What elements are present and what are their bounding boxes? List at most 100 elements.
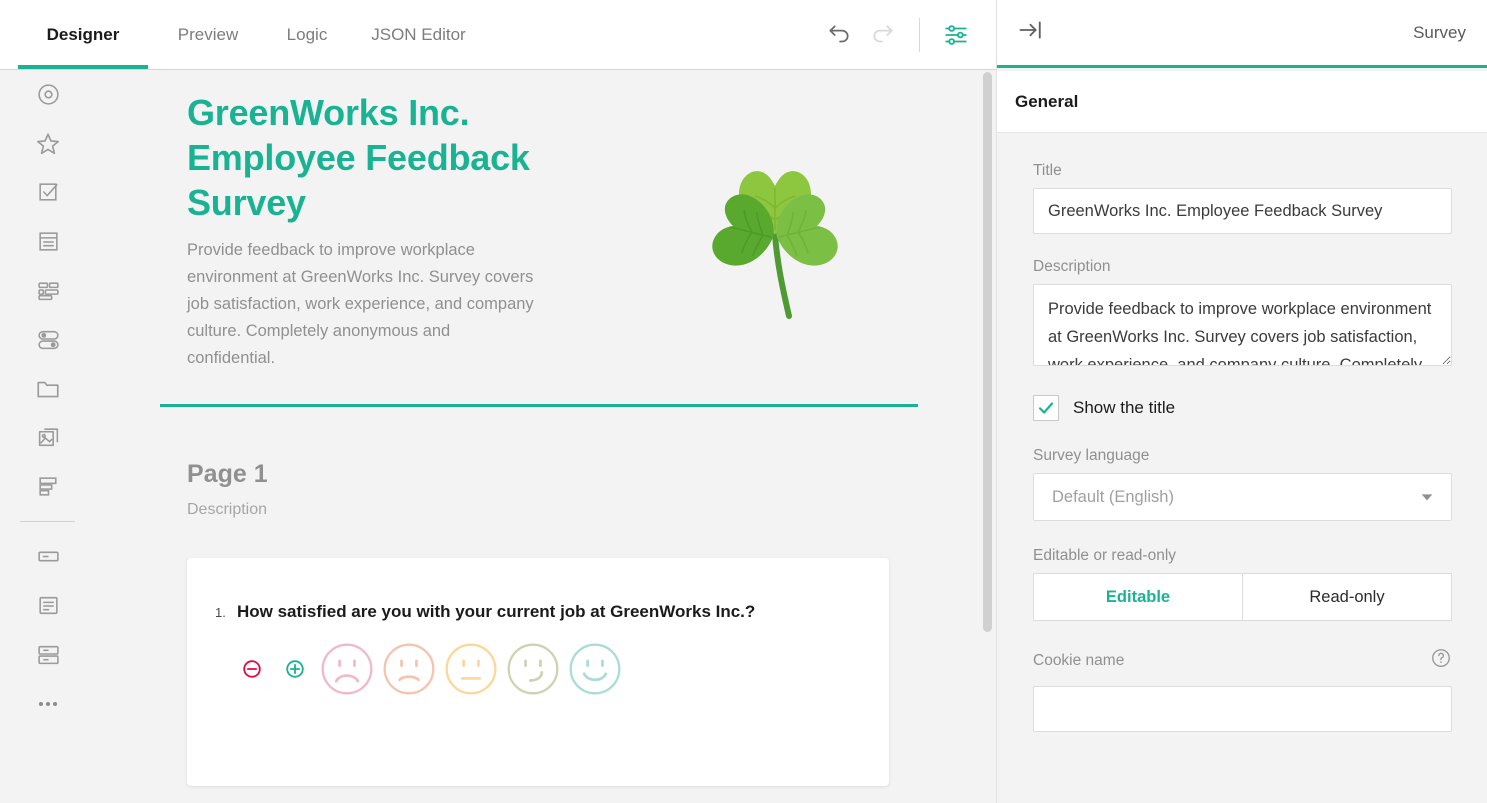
tab-designer-label: Designer [47,25,120,45]
description-textarea[interactable]: Provide feedback to improve workplace en… [1033,284,1452,366]
star-icon [35,131,61,157]
title-label: Title [1033,162,1452,180]
rail-item-card-text[interactable] [0,217,96,266]
show-title-label: Show the title [1073,398,1175,418]
header-tools [817,0,978,69]
text-block-icon [36,593,61,618]
property-panel-title: Survey [1413,23,1466,43]
rail-item-layout-blocks[interactable] [0,266,96,315]
editable-mode-label: Editable or read-only [1033,547,1452,565]
rail-item-input-field[interactable] [0,532,96,581]
tab-preview[interactable]: Preview [148,0,268,69]
redo-button[interactable] [861,13,905,57]
survey-language-select[interactable]: Default (English) [1033,473,1452,521]
survey-description[interactable]: Provide feedback to improve workplace en… [187,237,537,372]
smiley-dissatisfied[interactable] [382,642,436,696]
question-card[interactable]: 1. How satisfied are you with your curre… [187,558,889,786]
rail-item-more-options[interactable] [0,679,96,728]
field-description: Description Provide feedback to improve … [997,258,1487,371]
mode-option-read-only[interactable]: Read-only [1242,574,1451,620]
designer-scrollbar[interactable] [983,72,992,801]
target-icon [36,82,61,107]
rating-scale [237,642,630,696]
left-icon-rail [0,70,96,803]
survey-settings-button[interactable] [934,13,978,57]
show-title-row[interactable]: Show the title [1033,395,1452,421]
show-title-checkbox[interactable] [1033,395,1059,421]
smiley-satisfied[interactable] [506,642,560,696]
toggles-icon [36,327,61,352]
cookie-name-help-button[interactable] [1430,647,1452,674]
rail-item-text-block[interactable] [0,581,96,630]
collapse-panel-icon [1017,16,1045,44]
survey-title[interactable]: GreenWorks Inc. Employee Feedback Survey [187,90,557,225]
question-title[interactable]: How satisfied are you with your current … [237,602,755,622]
smiley-list [320,642,630,696]
rail-item-star[interactable] [0,119,96,168]
tab-preview-label: Preview [178,25,238,45]
remove-rating-item-icon [241,658,263,680]
property-panel-body: Title Description Provide feedback to im… [997,133,1487,803]
rail-divider [20,521,75,522]
add-rating-item-button[interactable] [280,654,310,684]
designer-canvas: GreenWorks Inc. Employee Feedback Survey… [96,70,996,803]
smiley-neutral[interactable] [444,642,498,696]
rail-item-stacked-rows[interactable] [0,630,96,679]
chevron-down-icon [1419,489,1435,505]
checkmark-icon [1037,399,1055,417]
more-options-icon [35,691,61,717]
cookie-name-input[interactable] [1033,686,1452,732]
property-section-header[interactable]: General [997,71,1487,133]
tab-json-editor[interactable]: JSON Editor [346,0,491,69]
mode-option-editable-label: Editable [1106,588,1170,607]
checkbox-checked-icon [36,180,61,205]
remove-rating-item-button[interactable] [237,654,267,684]
tab-designer[interactable]: Designer [18,0,148,69]
cookie-name-label: Cookie name [1033,652,1124,670]
survey-language-label: Survey language [1033,447,1452,465]
images-icon [36,425,61,450]
property-section-title: General [1015,92,1078,112]
field-title: Title [997,162,1487,234]
cookie-name-label-row: Cookie name [1033,647,1452,674]
card-text-icon [36,229,61,254]
rail-item-folder[interactable] [0,364,96,413]
redo-icon [870,22,896,48]
survey-header-text: GreenWorks Inc. Employee Feedback Survey… [187,90,557,372]
survey-header-block[interactable]: GreenWorks Inc. Employee Feedback Survey… [187,90,947,372]
title-input[interactable] [1033,188,1452,234]
page-header-block[interactable]: Page 1 Description [187,460,947,519]
rail-item-toggles[interactable] [0,315,96,364]
collapse-panel-button[interactable] [1017,16,1045,49]
rail-item-panel-layout[interactable] [0,462,96,511]
survey-creator-app: Designer Preview Logic JSON Editor [0,0,1487,803]
rail-item-images[interactable] [0,413,96,462]
layout-blocks-icon [36,278,61,303]
undo-button[interactable] [817,13,861,57]
folder-icon [35,376,61,402]
designer-scrollbar-thumb[interactable] [983,72,992,632]
smiley-very-dissatisfied[interactable] [320,642,374,696]
input-field-icon [36,544,61,569]
tab-logic[interactable]: Logic [268,0,346,69]
top-tab-bar: Designer Preview Logic JSON Editor [0,0,996,70]
smiley-very-satisfied[interactable] [568,642,622,696]
rail-item-target[interactable] [0,70,96,119]
field-survey-language: Survey language Default (English) [997,447,1487,521]
page-title[interactable]: Page 1 [187,460,947,489]
shamrock-clover-logo-icon [697,138,857,338]
tab-logic-label: Logic [287,25,328,45]
rail-item-checkbox[interactable] [0,168,96,217]
question-title-row: 1. How satisfied are you with your curre… [215,602,755,622]
help-circle-icon [1430,647,1452,669]
survey-settings-icon [943,22,969,48]
page-description[interactable]: Description [187,501,947,519]
field-editable-mode: Editable or read-only Editable Read-only [997,547,1487,621]
description-label: Description [1033,258,1452,276]
stacked-rows-icon [36,642,61,667]
question-number: 1. [215,605,237,620]
add-rating-item-icon [284,658,306,680]
tab-json-editor-label: JSON Editor [371,25,465,45]
panel-layout-icon [36,474,61,499]
mode-option-editable[interactable]: Editable [1034,574,1242,620]
